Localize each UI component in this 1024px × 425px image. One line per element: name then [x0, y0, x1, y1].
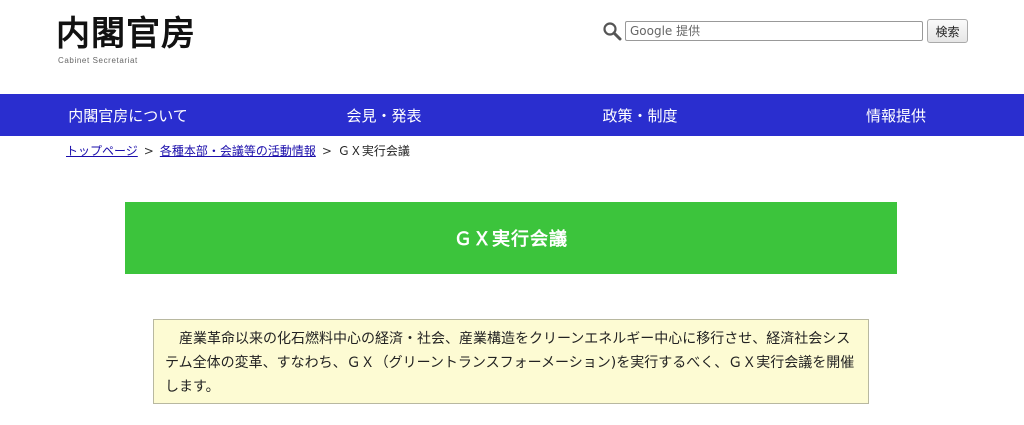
- breadcrumb: トップページ > 各種本部・会議等の活動情報 > ＧＸ実行会議: [66, 142, 410, 159]
- page-title: ＧＸ実行会議: [454, 229, 568, 250]
- nav-item-policy[interactable]: 政策・制度: [512, 94, 768, 136]
- intro-text: 産業革命以来の化石燃料中心の経済・社会、産業構造をクリーンエネルギー中心に移行さ…: [165, 331, 855, 395]
- breadcrumb-separator: >: [143, 144, 154, 158]
- page-title-banner: ＧＸ実行会議: [125, 202, 897, 274]
- main-nav: 内閣官房について 会見・発表 政策・制度 情報提供: [0, 94, 1024, 136]
- site-logo[interactable]: 内閣官房 Cabinet Secretariat: [56, 14, 196, 65]
- logo-subtext: Cabinet Secretariat: [58, 56, 138, 65]
- search-button[interactable]: 検索: [927, 19, 968, 43]
- search-input[interactable]: [625, 21, 923, 41]
- search-icon: [602, 21, 622, 41]
- breadcrumb-separator: >: [321, 144, 332, 158]
- nav-item-information[interactable]: 情報提供: [768, 94, 1024, 136]
- breadcrumb-current: ＧＸ実行会議: [337, 144, 410, 158]
- logo-text: 内閣官房: [56, 14, 196, 54]
- breadcrumb-link-top[interactable]: トップページ: [66, 144, 138, 158]
- nav-item-about[interactable]: 内閣官房について: [0, 94, 256, 136]
- nav-item-press[interactable]: 会見・発表: [256, 94, 512, 136]
- breadcrumb-link-councils[interactable]: 各種本部・会議等の活動情報: [160, 144, 316, 158]
- intro-box: 産業革命以来の化石燃料中心の経済・社会、産業構造をクリーンエネルギー中心に移行さ…: [153, 319, 869, 404]
- site-header: 内閣官房 Cabinet Secretariat 検索: [0, 0, 1024, 94]
